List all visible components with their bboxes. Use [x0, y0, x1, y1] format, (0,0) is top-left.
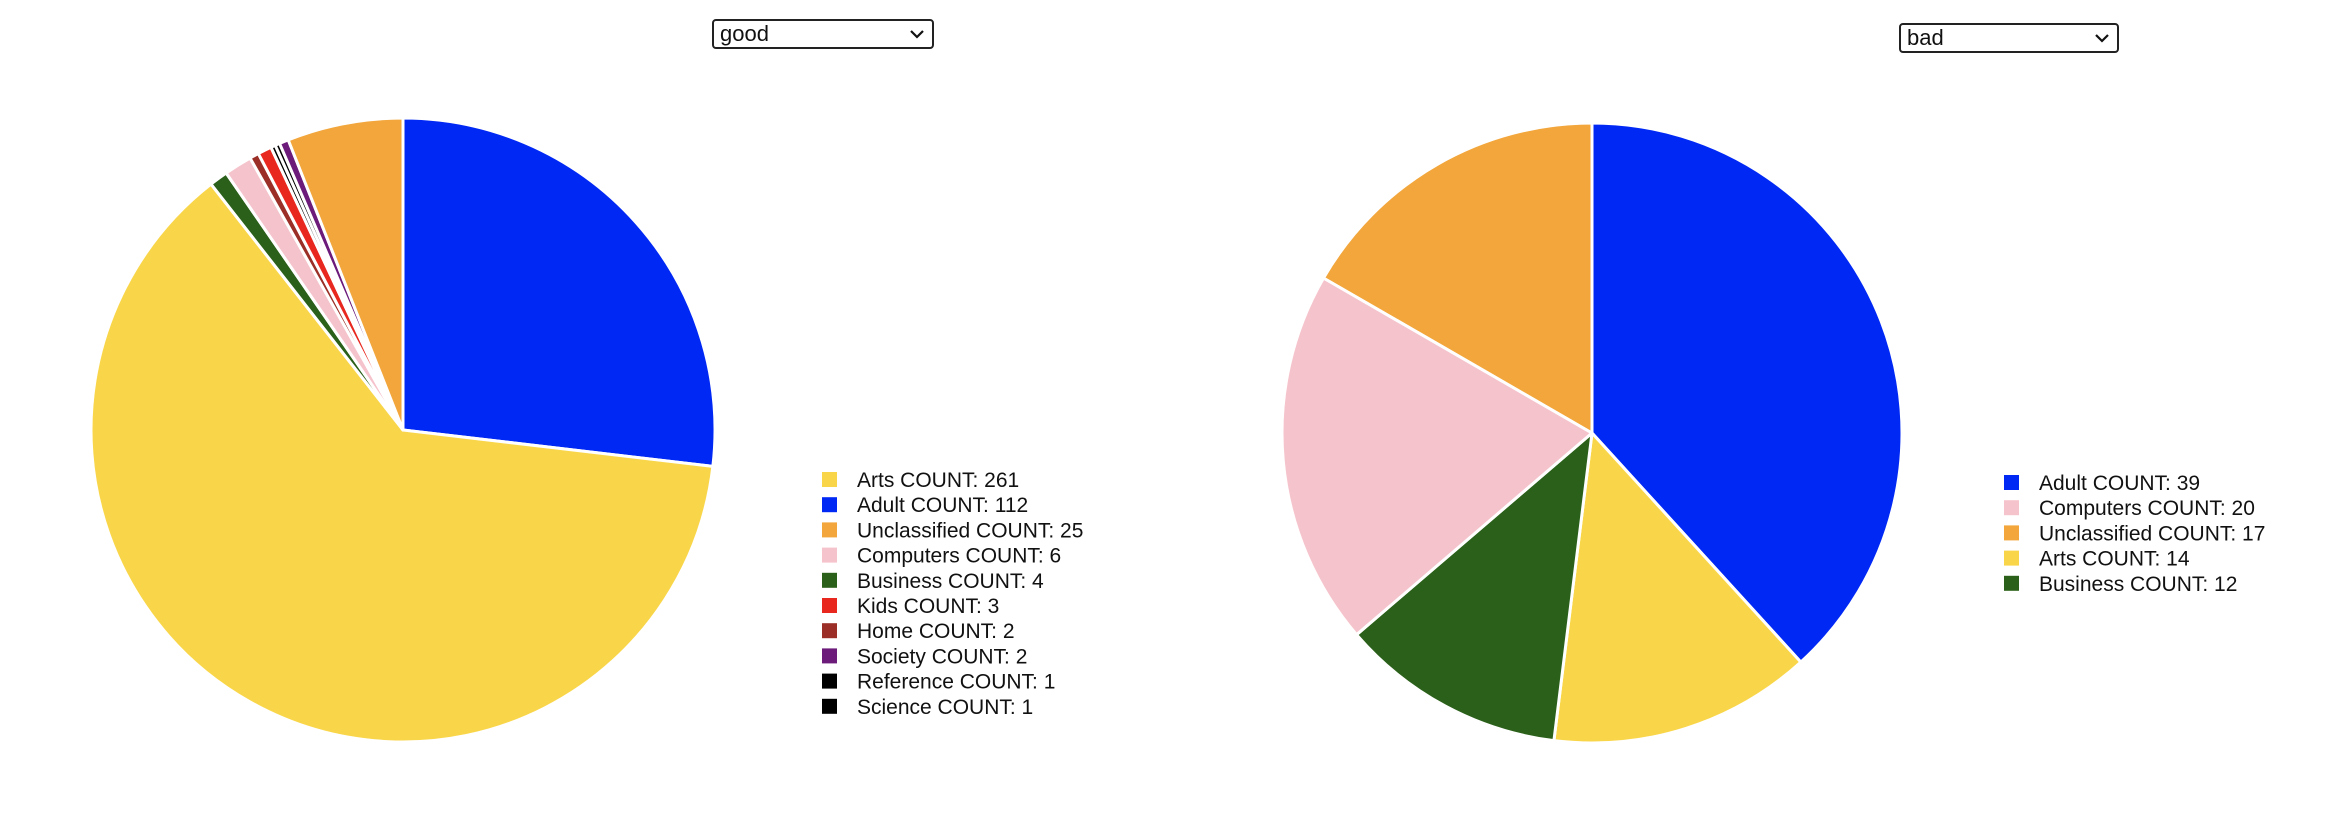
- legend-item-society: Society COUNT: 2: [822, 645, 1027, 668]
- legend-swatch: [822, 522, 837, 538]
- legend-item-kids: Kids COUNT: 3: [822, 595, 999, 618]
- legend-label: Unclassified COUNT: 25: [857, 519, 1083, 542]
- legend-label: Reference COUNT: 1: [857, 671, 1055, 694]
- right-chart-panel: bad Adult COUNT: 39 Computers COUNT: 20 Un…: [1173, 0, 2346, 824]
- legend-item-business: Business COUNT: 4: [822, 570, 1044, 593]
- legend-item-computers: Computers COUNT: 6: [822, 545, 1061, 568]
- legend-label: Home COUNT: 2: [857, 620, 1015, 643]
- pie-chart-bad: Adult COUNT: 39Computers COUNT: 20Unclas…: [1280, 121, 2265, 745]
- legend-item-arts: Arts COUNT: 14: [2004, 548, 2190, 571]
- pie-slice-adult[interactable]: [401, 116, 717, 468]
- legend-item-reference: Reference COUNT: 1: [822, 671, 1055, 694]
- legend-swatch: [822, 648, 837, 664]
- legend-swatch: [822, 472, 837, 487]
- legend-swatch: [822, 598, 837, 613]
- legend-label: Unclassified COUNT: 17: [2039, 522, 2265, 545]
- legend-swatch: [822, 623, 837, 639]
- legend-swatch: [2004, 475, 2019, 490]
- legend-swatch: [2004, 525, 2019, 541]
- legend-label: Adult COUNT: 39: [2039, 472, 2200, 495]
- legend-label: Business COUNT: 4: [857, 570, 1044, 593]
- legend-item-arts: Arts COUNT: 261: [822, 469, 1019, 492]
- legend-item-adult: Adult COUNT: 39: [2004, 472, 2200, 495]
- legend-label: Adult COUNT: 112: [857, 494, 1028, 517]
- legend-item-science: Science COUNT: 1: [822, 696, 1033, 719]
- legend-item-adult: Adult COUNT: 112: [822, 494, 1028, 517]
- legend-swatch: [822, 698, 837, 714]
- left-chart-panel: good Arts COUNT: 261 Adult COUNT: 112 Uncl…: [0, 0, 1173, 824]
- legend-item-unclassified: Unclassified COUNT: 17: [2004, 522, 2265, 545]
- legend-label: Science COUNT: 1: [857, 696, 1033, 719]
- legend-label: Society COUNT: 2: [857, 645, 1027, 668]
- legend-item-business: Business COUNT: 12: [2004, 573, 2237, 596]
- legend-swatch: [822, 547, 837, 563]
- legend-label: Computers COUNT: 20: [2039, 497, 2255, 520]
- legend-swatch: [2004, 500, 2019, 516]
- legend-label: Arts COUNT: 14: [2039, 548, 2190, 571]
- legend-label: Computers COUNT: 6: [857, 545, 1061, 568]
- legend-swatch: [2004, 575, 2019, 591]
- pie-chart-good: Arts COUNT: 261Adult COUNT: 112Unclassif…: [89, 116, 1083, 744]
- legend-label: Kids COUNT: 3: [857, 595, 999, 618]
- legend-swatch: [822, 572, 837, 588]
- legend-item-unclassified: Unclassified COUNT: 25: [822, 519, 1083, 542]
- legend-item-computers: Computers COUNT: 20: [2004, 497, 2255, 520]
- legend-swatch: [822, 497, 837, 513]
- legend-label: Business COUNT: 12: [2039, 573, 2237, 596]
- legend-item-home: Home COUNT: 2: [822, 620, 1015, 643]
- legend-swatch: [822, 673, 837, 689]
- legend-swatch: [2004, 550, 2019, 566]
- legend-label: Arts COUNT: 261: [857, 469, 1019, 492]
